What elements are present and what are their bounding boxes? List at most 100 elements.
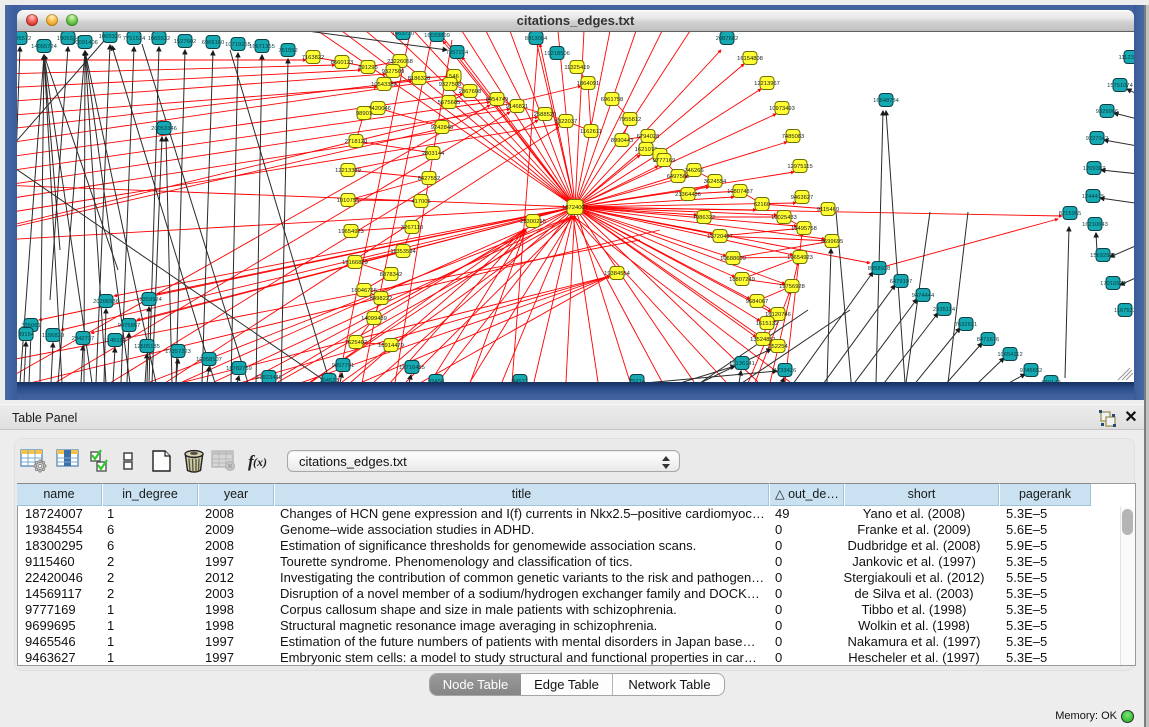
svg-text:10654112: 10654112: [997, 352, 1022, 358]
svg-text:2935114: 2935114: [933, 307, 956, 313]
svg-text:1244415: 1244415: [1082, 194, 1105, 200]
svg-text:9699695: 9699695: [821, 239, 844, 245]
svg-text:1663710: 1663710: [392, 32, 415, 37]
svg-text:9605572: 9605572: [17, 36, 31, 42]
svg-text:6961758: 6961758: [601, 97, 624, 103]
svg-text:98901: 98901: [356, 111, 372, 117]
svg-text:3624554: 3624554: [704, 179, 727, 185]
svg-text:6966160: 6966160: [202, 40, 225, 46]
svg-text:5498222: 5498222: [370, 296, 393, 302]
svg-text:75214: 75214: [629, 379, 646, 382]
svg-text:16671355: 16671355: [249, 44, 275, 50]
svg-text:62160: 62160: [754, 202, 770, 208]
svg-text:1145194: 1145194: [104, 338, 127, 344]
svg-text:2803144: 2803144: [422, 151, 445, 157]
svg-text:2718120: 2718120: [345, 139, 368, 145]
svg-text:15692971: 15692971: [1090, 253, 1116, 259]
svg-text:9242845: 9242845: [431, 125, 454, 131]
svg-text:17359924: 17359924: [136, 297, 163, 303]
svg-text:1209387: 1209387: [1083, 166, 1106, 172]
svg-text:1733426: 1733426: [774, 368, 797, 374]
svg-text:16136141: 16136141: [729, 361, 755, 367]
svg-text:6794028: 6794028: [637, 134, 660, 140]
svg-text:5675685: 5675685: [438, 100, 461, 106]
svg-text:10807487: 10807487: [727, 189, 753, 195]
svg-text:8427552: 8427552: [418, 176, 441, 182]
svg-text:12505135: 12505135: [134, 344, 160, 350]
svg-text:8454749: 8454749: [486, 97, 509, 103]
svg-text:7751524: 7751524: [123, 36, 146, 42]
svg-text:891295: 891295: [358, 65, 377, 71]
svg-text:92450: 92450: [428, 379, 444, 382]
svg-text:14099489: 14099489: [361, 316, 387, 322]
svg-text:2942737: 2942737: [72, 336, 95, 342]
svg-text:18807249: 18807249: [729, 277, 755, 283]
svg-text:9245652: 9245652: [1020, 368, 1043, 374]
svg-text:19654923: 19654923: [787, 255, 813, 261]
svg-text:2867608: 2867608: [459, 89, 482, 95]
svg-text:10025433: 10025433: [771, 215, 797, 221]
svg-text:10543382: 10543382: [371, 82, 397, 88]
svg-text:8878342: 8878342: [380, 272, 403, 278]
svg-text:(x): (x): [253, 455, 267, 469]
svg-text:6497568: 6497568: [667, 174, 690, 180]
svg-text:9975867: 9975867: [118, 323, 141, 329]
svg-text:25300215: 25300215: [520, 219, 546, 225]
svg-text:20091406: 20091406: [72, 40, 98, 46]
svg-text:6479197: 6479197: [890, 279, 913, 285]
svg-text:17357223: 17357223: [165, 349, 191, 355]
svg-text:19654923: 19654923: [338, 229, 364, 235]
svg-text:7625402: 7625402: [345, 340, 368, 346]
svg-text:9463627: 9463627: [791, 195, 814, 201]
svg-text:84521: 84521: [512, 379, 528, 382]
svg-text:8186328: 8186328: [408, 76, 431, 82]
svg-text:7955812: 7955812: [619, 117, 642, 123]
svg-text:1864091: 1864091: [577, 81, 600, 87]
svg-text:15716485: 15716485: [399, 365, 425, 371]
svg-text:20206536: 20206536: [93, 299, 119, 305]
svg-text:1167533: 1167533: [1114, 308, 1134, 314]
svg-text:2087682: 2087682: [716, 36, 739, 42]
svg-text:15720407: 15720407: [707, 234, 733, 240]
svg-text:11123345: 11123345: [1119, 55, 1134, 61]
svg-text:9327509: 9327509: [382, 69, 405, 75]
svg-text:1162611: 1162611: [580, 129, 602, 135]
svg-text:252254: 252254: [768, 344, 788, 350]
svg-text:7632621: 7632621: [955, 322, 978, 328]
svg-text:2588520: 2588520: [534, 112, 557, 118]
svg-text:7485083: 7485083: [782, 134, 805, 140]
svg-text:11325419: 11325419: [564, 65, 589, 71]
svg-text:8471676: 8471676: [977, 337, 1000, 343]
svg-text:9146821: 9146821: [506, 104, 529, 110]
svg-text:8990443: 8990443: [611, 138, 634, 144]
svg-text:8322037: 8322037: [555, 119, 578, 125]
svg-text:16154808: 16154808: [737, 56, 763, 62]
svg-text:3267110: 3267110: [401, 225, 423, 231]
svg-text:16648784: 16648784: [873, 98, 900, 104]
svg-text:39154: 39154: [18, 332, 35, 338]
svg-text:7163822: 7163822: [302, 55, 325, 61]
svg-text:9777169: 9777169: [653, 158, 676, 164]
svg-text:9327508: 9327508: [439, 82, 462, 88]
svg-text:9857791: 9857791: [332, 363, 355, 369]
svg-text:16046766: 16046766: [351, 288, 377, 294]
svg-text:8215955: 8215955: [1059, 211, 1082, 217]
svg-text:7857224: 7857224: [446, 50, 469, 56]
svg-text:11353594: 11353594: [390, 249, 416, 255]
svg-text:15751074: 15751074: [1107, 83, 1134, 89]
svg-text:751552: 751552: [278, 48, 297, 54]
svg-text:8958928: 8958928: [868, 266, 891, 272]
svg-text:16914479: 16914479: [378, 343, 404, 349]
svg-text:10688609: 10688609: [720, 256, 746, 262]
svg-text:9474444: 9474444: [912, 293, 935, 299]
svg-text:1065532: 1065532: [148, 36, 171, 42]
svg-text:10973493: 10973493: [769, 106, 795, 112]
svg-text:19218506: 19218506: [544, 51, 570, 57]
svg-text:746266: 746266: [684, 168, 703, 174]
svg-text:9227342: 9227342: [1086, 136, 1109, 142]
svg-text:14055724: 14055724: [31, 44, 58, 50]
svg-text:1065326: 1065326: [99, 34, 122, 40]
svg-text:1527602: 1527602: [174, 39, 197, 45]
svg-text:17016504: 17016504: [1100, 281, 1127, 287]
svg-text:19166829: 19166829: [342, 260, 368, 266]
